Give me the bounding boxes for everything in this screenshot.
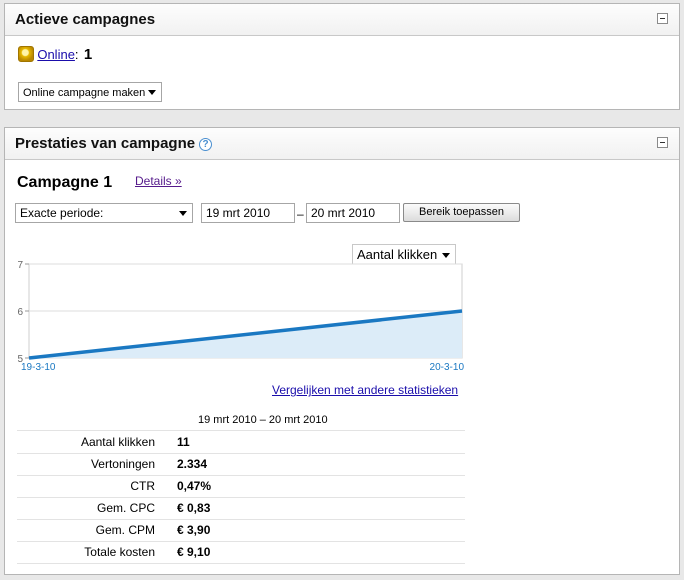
performance-title-text: Prestaties van campagne (15, 135, 196, 152)
create-campaign-select-value: Online campagne maken (23, 87, 146, 99)
online-campaign-icon (18, 46, 34, 62)
y-tick-label: 7 (17, 260, 23, 271)
online-status-row: Online: 1 (18, 46, 92, 66)
active-campaigns-panel: Actieve campagnes Online: 1 Online campa… (4, 3, 680, 110)
date-range-label: 19 mrt 2010 – 20 mrt 2010 (198, 414, 328, 426)
stat-value: 0,47% (177, 475, 465, 498)
table-row: Vertoningen 2.334 (17, 453, 465, 476)
performance-header: Prestaties van campagne? (5, 128, 679, 160)
status-separator: : (74, 47, 79, 62)
clicks-chart: 56719-3-10 20-3-10 (17, 260, 465, 373)
table-row: Totale kosten € 9,10 (17, 541, 465, 564)
x-tick-label: 19-3-10 (21, 362, 56, 373)
period-select-value: Exacte periode: (20, 206, 104, 220)
campaign-name: Campagne 1 (17, 174, 113, 191)
stats-table: Aantal klikken 11 Vertoningen 2.334 CTR 0,47%… (17, 431, 465, 564)
chevron-down-icon (179, 211, 187, 216)
create-campaign-select[interactable]: Online campagne maken (18, 82, 162, 102)
help-icon[interactable]: ? (199, 138, 213, 151)
active-campaigns-header: Actieve campagnes (5, 4, 679, 36)
stat-value: € 3,90 (177, 519, 465, 542)
stat-label: Aantal klikken (17, 431, 177, 454)
collapse-icon[interactable] (657, 137, 668, 148)
online-link[interactable]: Online (37, 47, 75, 62)
stat-value: € 9,10 (177, 541, 465, 564)
table-row: Gem. CPC € 0,83 (17, 497, 465, 520)
date-from-input[interactable]: 19 mrt 2010 (201, 203, 295, 223)
x-tick-label: 20-3-10 (430, 362, 465, 373)
stat-label: Vertoningen (17, 453, 177, 476)
date-separator: – (297, 207, 304, 221)
apply-range-button[interactable]: Bereik toepassen (403, 203, 520, 222)
stat-label: Gem. CPC (17, 497, 177, 520)
chevron-down-icon (148, 90, 156, 95)
stat-value: € 0,83 (177, 497, 465, 520)
table-row: Aantal klikken 11 (17, 431, 465, 454)
period-select[interactable]: Exacte periode: (15, 203, 193, 223)
stat-value: 2.334 (177, 453, 465, 476)
stat-label: Totale kosten (17, 541, 177, 564)
active-campaigns-title: Actieve campagnes (15, 11, 156, 28)
collapse-icon[interactable] (657, 13, 668, 24)
date-to-input[interactable]: 20 mrt 2010 (306, 203, 400, 223)
stat-label: Gem. CPM (17, 519, 177, 542)
performance-title: Prestaties van campagne? (15, 135, 213, 152)
compare-stats-link[interactable]: Vergelijken met andere statistieken (272, 383, 458, 397)
stat-label: CTR (17, 475, 177, 498)
table-row: CTR 0,47% (17, 475, 465, 498)
y-tick-label: 6 (17, 307, 23, 318)
performance-panel: Prestaties van campagne? Campagne 1 Deta… (4, 127, 680, 575)
table-row: Gem. CPM € 3,90 (17, 519, 465, 542)
online-count: 1 (83, 46, 93, 63)
stat-value: 11 (177, 431, 465, 454)
details-link[interactable]: Details » (135, 174, 182, 188)
